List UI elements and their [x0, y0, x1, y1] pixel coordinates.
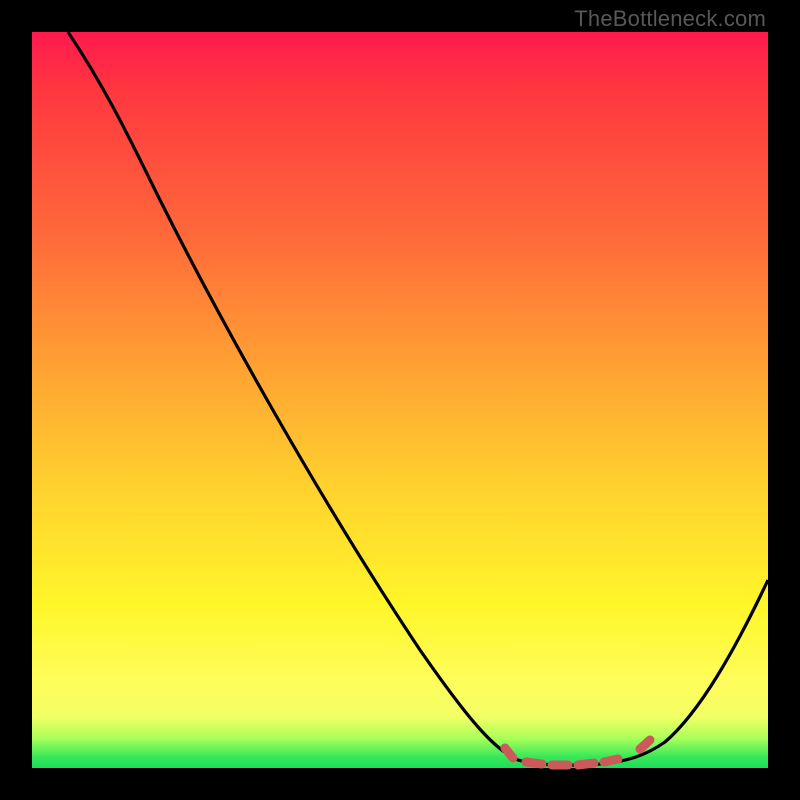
plot-area — [32, 32, 768, 768]
watermark-text: TheBottleneck.com — [574, 6, 766, 32]
chart-frame: TheBottleneck.com — [0, 0, 800, 800]
